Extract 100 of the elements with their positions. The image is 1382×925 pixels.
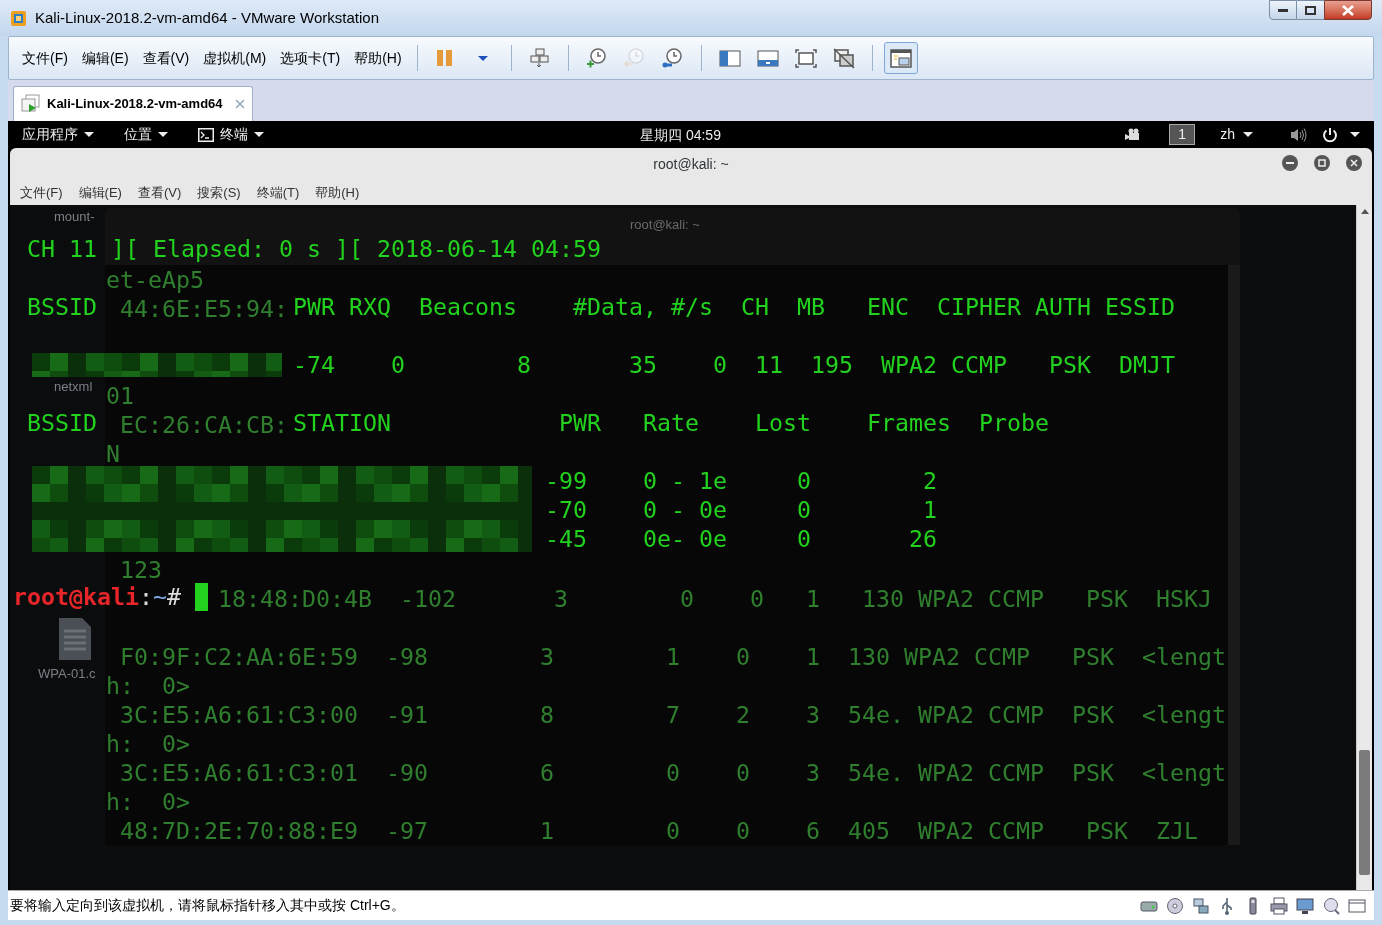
input-method-menu[interactable]: zh xyxy=(1220,124,1253,145)
terminal-text: PSK xyxy=(1048,351,1091,378)
background-terminal-text: PSK xyxy=(1085,585,1128,612)
menu-item[interactable]: 帮助(H) xyxy=(307,182,368,203)
background-terminal-text: 0 xyxy=(735,759,750,786)
background-terminal-text: 0 xyxy=(679,585,694,612)
background-terminal-text: -97 xyxy=(385,817,428,844)
desktop-icon-label: WPA-01.c xyxy=(38,665,96,683)
background-terminal-text: PSK xyxy=(1071,643,1114,670)
disc-icon[interactable] xyxy=(1166,896,1184,915)
menu-item[interactable]: 选项卡(T) xyxy=(273,45,348,71)
top-bar-menu[interactable]: 应用程序 xyxy=(22,124,94,145)
terminal-text: #Data, #/s xyxy=(572,293,713,320)
caret-icon[interactable] xyxy=(1350,131,1360,138)
background-terminal-text: 48:7D:2E:70:88:E9 xyxy=(120,817,358,844)
menu-item[interactable]: 虚拟机(M) xyxy=(196,45,274,71)
top-bar-menu[interactable]: 位置 xyxy=(124,124,168,145)
clock-plus-icon xyxy=(585,47,608,69)
close-icon xyxy=(1350,159,1358,167)
menu-item[interactable]: 编辑(E) xyxy=(74,45,136,71)
background-terminal-text: WPA2 CCMP xyxy=(917,817,1044,844)
prompt-symbol: # xyxy=(167,582,181,611)
menu-item[interactable]: 帮助(H) xyxy=(347,45,409,71)
menu-item[interactable]: 编辑(E) xyxy=(70,182,130,203)
file-icon xyxy=(58,617,92,661)
background-terminal-text: 1 xyxy=(665,643,680,670)
crossed-window-icon xyxy=(832,47,855,69)
menu-item[interactable]: 文件(F) xyxy=(15,45,75,71)
status-message: 要将输入定向到该虚拟机，请将鼠标指针移入其中或按 Ctrl+G。 xyxy=(10,896,405,915)
workspace-indicator[interactable]: 1 xyxy=(1169,124,1196,145)
terminal-text: 0 xyxy=(712,351,727,378)
background-terminal-text: 8 xyxy=(539,701,554,728)
clock[interactable]: 星期四 04:59 xyxy=(640,125,721,146)
vm-tab[interactable]: Kali-Linux-2018.2-vm-amd64 xyxy=(13,86,253,121)
terminal-text: 0 xyxy=(390,351,405,378)
maximize-button[interactable] xyxy=(1297,0,1324,20)
scrollbar-thumb[interactable] xyxy=(1359,750,1370,875)
menu-item[interactable]: 查看(V) xyxy=(135,45,197,71)
background-terminal-text: 6 xyxy=(539,759,554,786)
terminal-text: PWR xyxy=(558,409,601,436)
minimize-icon xyxy=(1278,8,1288,12)
menu-item[interactable]: 搜索(S) xyxy=(189,182,249,203)
printer-icon[interactable] xyxy=(1270,896,1288,915)
terminal-text: Lost xyxy=(754,409,811,436)
minimize-button[interactable] xyxy=(1269,0,1297,20)
caret-icon xyxy=(84,131,94,138)
background-terminal-text: 3C:E5:A6:61:C3:00 xyxy=(120,701,358,728)
unity-button[interactable] xyxy=(883,42,918,74)
background-terminal-text: 1 xyxy=(539,817,554,844)
terminal-text: CIPHER AUTH ESSID xyxy=(936,293,1175,320)
terminal-text: BSSID xyxy=(27,409,97,436)
terminal-text: -45 xyxy=(544,525,587,552)
maximize-button[interactable] xyxy=(1314,155,1330,171)
computer-stack-icon xyxy=(528,47,551,69)
close-icon xyxy=(1342,4,1354,16)
volume-icon[interactable] xyxy=(1291,127,1308,142)
menu-item[interactable]: 终端(T) xyxy=(248,182,308,203)
network-icon[interactable] xyxy=(1192,896,1210,915)
clock-wrench-icon xyxy=(661,47,684,69)
terminal-text: Beacons xyxy=(418,293,517,320)
background-terminal-text: 3 xyxy=(539,643,554,670)
background-terminal-text: <lengt xyxy=(1141,759,1226,786)
terminal-text: 1 xyxy=(922,496,937,523)
top-bar-menu[interactable]: 终端 xyxy=(198,124,264,145)
window-icon xyxy=(889,47,912,69)
menu-item[interactable]: 查看(V) xyxy=(129,182,190,203)
background-terminal-text: 1 xyxy=(805,643,820,670)
background-terminal-text: <lengt xyxy=(1141,643,1226,670)
background-terminal-text: -98 xyxy=(385,643,428,670)
background-terminal-text: <lengt xyxy=(1141,701,1226,728)
terminal-text: CH xyxy=(740,293,769,320)
monitor-icon[interactable] xyxy=(1296,896,1314,915)
menu-item[interactable]: 文件(F) xyxy=(12,182,71,203)
terminal-text: 0 - 1e xyxy=(642,467,727,494)
terminal-text: -99 xyxy=(544,467,587,494)
terminal-text: -74 xyxy=(292,351,335,378)
window-icon[interactable] xyxy=(1348,896,1366,915)
terminal-text: STATION xyxy=(292,409,391,436)
minimize-button[interactable] xyxy=(1282,155,1298,171)
background-terminal-text: PSK xyxy=(1071,759,1114,786)
background-terminal-text: F0:9F:C2:AA:6E:59 xyxy=(120,643,358,670)
vm-icon xyxy=(21,94,41,114)
terminal-text: BSSID xyxy=(27,293,97,320)
background-terminal-text: -91 xyxy=(385,701,428,728)
background-terminal-text: et-eAp5 xyxy=(106,266,204,293)
scroll-up-icon[interactable] xyxy=(1361,209,1369,214)
background-terminal-text: 2 xyxy=(735,701,750,728)
desktop-icon-label: mount- xyxy=(54,208,95,226)
background-terminal-text: 3C:E5:A6:61:C3:01 xyxy=(120,759,358,786)
terminal-text: 11 xyxy=(754,351,783,378)
background-terminal-text: h: xyxy=(106,788,134,815)
close-button[interactable] xyxy=(1346,155,1362,171)
terminal-text: WPA2 CCMP xyxy=(880,351,1007,378)
prompt-separator: : xyxy=(139,582,153,611)
background-terminal-text: 130 WPA2 CCMP xyxy=(847,643,1030,670)
power-icon[interactable] xyxy=(1322,126,1338,143)
close-button[interactable] xyxy=(1324,0,1372,20)
background-terminal-text: h: xyxy=(106,730,134,757)
terminal-text: Probe xyxy=(978,409,1049,436)
caret-icon xyxy=(158,131,168,138)
